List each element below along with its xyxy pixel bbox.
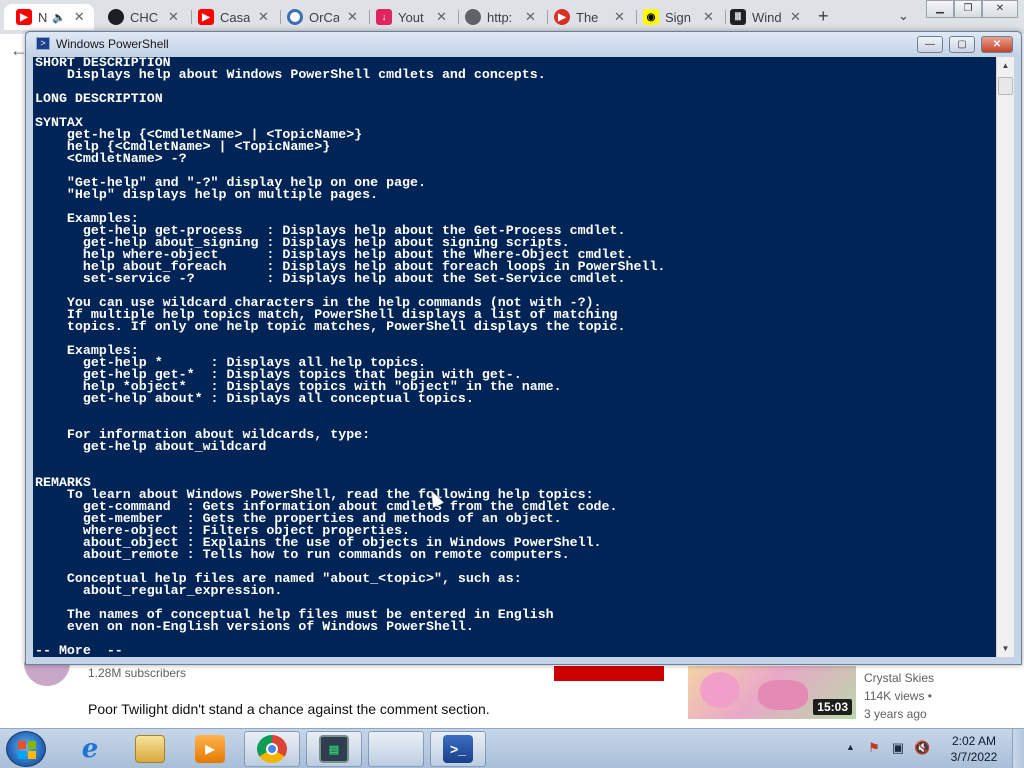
windows-logo-icon bbox=[18, 741, 36, 759]
start-button[interactable] bbox=[6, 731, 46, 767]
download-icon: ↓ bbox=[376, 9, 392, 25]
tab-downloader[interactable]: ↓ Yout ✕ bbox=[376, 4, 456, 30]
tab-close-icon[interactable]: ✕ bbox=[614, 9, 625, 25]
globe-icon bbox=[465, 9, 481, 25]
close-button[interactable]: ✕ bbox=[981, 36, 1013, 53]
powershell-icon: >_ bbox=[443, 735, 473, 763]
github-icon bbox=[108, 9, 124, 25]
taskbar-file-explorer[interactable] bbox=[122, 731, 178, 767]
youtube-icon: ▶ bbox=[16, 9, 32, 25]
tab-close-icon[interactable]: ✕ bbox=[258, 9, 269, 25]
vertical-scrollbar[interactable]: ▲ ▼ bbox=[996, 57, 1014, 657]
tab-close-icon[interactable]: ✕ bbox=[703, 9, 714, 25]
console-output-area[interactable]: SHORT DESCRIPTION Displays help about Wi… bbox=[33, 57, 996, 657]
tab-youtube-casa[interactable]: ▶ Casa ✕ bbox=[198, 4, 278, 30]
subscriber-count: 1.28M subscribers bbox=[88, 666, 187, 680]
taskbar-system-monitor[interactable]: ▤ bbox=[306, 731, 362, 767]
related-video-thumbnail[interactable]: 15:03 bbox=[688, 666, 856, 719]
tab-title: N bbox=[38, 9, 48, 25]
window-title: Windows PowerShell bbox=[56, 37, 169, 51]
related-video-age: 3 years ago bbox=[864, 707, 927, 721]
media-player-icon: ▶ bbox=[195, 735, 225, 763]
tab-snapchat[interactable]: ◉ Sign ✕ bbox=[643, 4, 723, 30]
tab-title: Casa bbox=[220, 9, 250, 25]
browser-restore-button[interactable]: ❐ bbox=[954, 0, 982, 18]
tab-the[interactable]: ▶ The ✕ bbox=[554, 4, 634, 30]
tab-close-icon[interactable]: ✕ bbox=[347, 9, 358, 25]
speaker-icon[interactable]: 🔈 bbox=[52, 11, 66, 24]
tab-separator bbox=[369, 10, 370, 24]
tab-close-icon[interactable]: ✕ bbox=[168, 9, 179, 25]
tab-separator bbox=[636, 10, 637, 24]
new-tab-button[interactable]: + bbox=[818, 6, 829, 27]
tab-github[interactable]: CHC ✕ bbox=[108, 4, 188, 30]
system-monitor-icon: ▤ bbox=[319, 735, 349, 763]
youtube-icon: ▶ bbox=[554, 9, 570, 25]
tab-title: CHC bbox=[130, 9, 159, 25]
scroll-up-icon[interactable]: ▲ bbox=[997, 57, 1014, 74]
tab-title: Wind bbox=[752, 9, 782, 25]
tab-title: http: bbox=[487, 9, 513, 25]
tab-close-icon[interactable]: ✕ bbox=[790, 9, 801, 25]
show-hidden-icons-icon[interactable]: ▲ bbox=[846, 742, 855, 752]
powershell-icon: > bbox=[36, 37, 50, 50]
windows-app-icon bbox=[385, 738, 407, 760]
subscribe-button[interactable] bbox=[554, 666, 664, 681]
related-video-channel[interactable]: Crystal Skies bbox=[864, 671, 934, 685]
show-desktop-button[interactable] bbox=[1012, 729, 1024, 768]
minimize-button[interactable]: — bbox=[917, 36, 943, 53]
console-text: SHORT DESCRIPTION Displays help about Wi… bbox=[35, 57, 666, 657]
tab-close-icon[interactable]: ✕ bbox=[74, 9, 85, 25]
tab-search-chevron-icon[interactable]: ⌄ bbox=[898, 8, 909, 24]
browser-minimize-button[interactable]: ▁ bbox=[926, 0, 954, 18]
powershell-window[interactable]: > Windows PowerShell — ▢ ✕ SHORT DESCRIP… bbox=[25, 31, 1022, 665]
clock-date: 3/7/2022 bbox=[950, 750, 998, 764]
taskbar-internet-explorer[interactable]: e bbox=[62, 731, 118, 767]
file-explorer-icon bbox=[135, 735, 165, 763]
maximize-button[interactable]: ▢ bbox=[949, 36, 975, 53]
tab-wind[interactable]: Ⅲ Wind ✕ bbox=[730, 4, 810, 30]
tab-separator bbox=[725, 10, 726, 24]
video-duration-badge: 15:03 bbox=[813, 699, 852, 715]
snapchat-icon: ◉ bbox=[643, 9, 659, 25]
network-icon[interactable]: ▣ bbox=[890, 740, 906, 756]
tab-separator bbox=[547, 10, 548, 24]
video-description: Poor Twilight didn't stand a chance agai… bbox=[88, 701, 490, 717]
tab-separator bbox=[280, 10, 281, 24]
tab-youtube-active[interactable]: ▶ N 🔈 ✕ bbox=[4, 4, 94, 30]
orcid-icon bbox=[287, 9, 303, 25]
powershell-titlebar[interactable]: > Windows PowerShell — ▢ ✕ bbox=[26, 32, 1021, 56]
taskbar-media-player[interactable]: ▶ bbox=[182, 731, 238, 767]
tab-http[interactable]: http: ✕ bbox=[465, 4, 545, 30]
taskbar-windows-app[interactable] bbox=[368, 731, 424, 767]
tab-separator bbox=[458, 10, 459, 24]
scrollbar-thumb[interactable] bbox=[998, 77, 1013, 95]
tab-title: Yout bbox=[398, 9, 424, 25]
tab-close-icon[interactable]: ✕ bbox=[436, 9, 447, 25]
tab-separator bbox=[191, 10, 192, 24]
scroll-down-icon[interactable]: ▼ bbox=[997, 640, 1014, 657]
thumbnail-character bbox=[758, 680, 808, 710]
system-clock[interactable]: 2:02 AM 3/7/2022 bbox=[942, 733, 1006, 765]
browser-tabstrip: ▶ N 🔈 ✕ CHC ✕ ▶ Casa ✕ OrCa ✕ ↓ Yout ✕ h… bbox=[0, 0, 1024, 34]
clock-time: 2:02 AM bbox=[951, 734, 997, 748]
youtube-icon: ▶ bbox=[198, 9, 214, 25]
volume-muted-icon[interactable]: 🔇 bbox=[914, 740, 930, 756]
taskbar-powershell[interactable]: >_ bbox=[430, 731, 486, 767]
tab-title: OrCa bbox=[309, 9, 339, 25]
taskbar-chrome[interactable] bbox=[244, 731, 300, 767]
related-video-views: 114K views • bbox=[864, 689, 933, 703]
thumbnail-character bbox=[700, 672, 740, 708]
library-icon: Ⅲ bbox=[730, 9, 746, 25]
tab-title: Sign bbox=[665, 9, 692, 25]
tab-close-icon[interactable]: ✕ bbox=[525, 9, 536, 25]
action-center-flag-icon[interactable]: ⚑ bbox=[866, 740, 882, 756]
browser-close-button[interactable]: ✕ bbox=[982, 0, 1018, 18]
tab-orcid[interactable]: OrCa ✕ bbox=[287, 4, 367, 30]
tab-title: The bbox=[576, 9, 599, 25]
internet-explorer-icon: e bbox=[81, 734, 99, 764]
chrome-icon bbox=[257, 735, 287, 763]
